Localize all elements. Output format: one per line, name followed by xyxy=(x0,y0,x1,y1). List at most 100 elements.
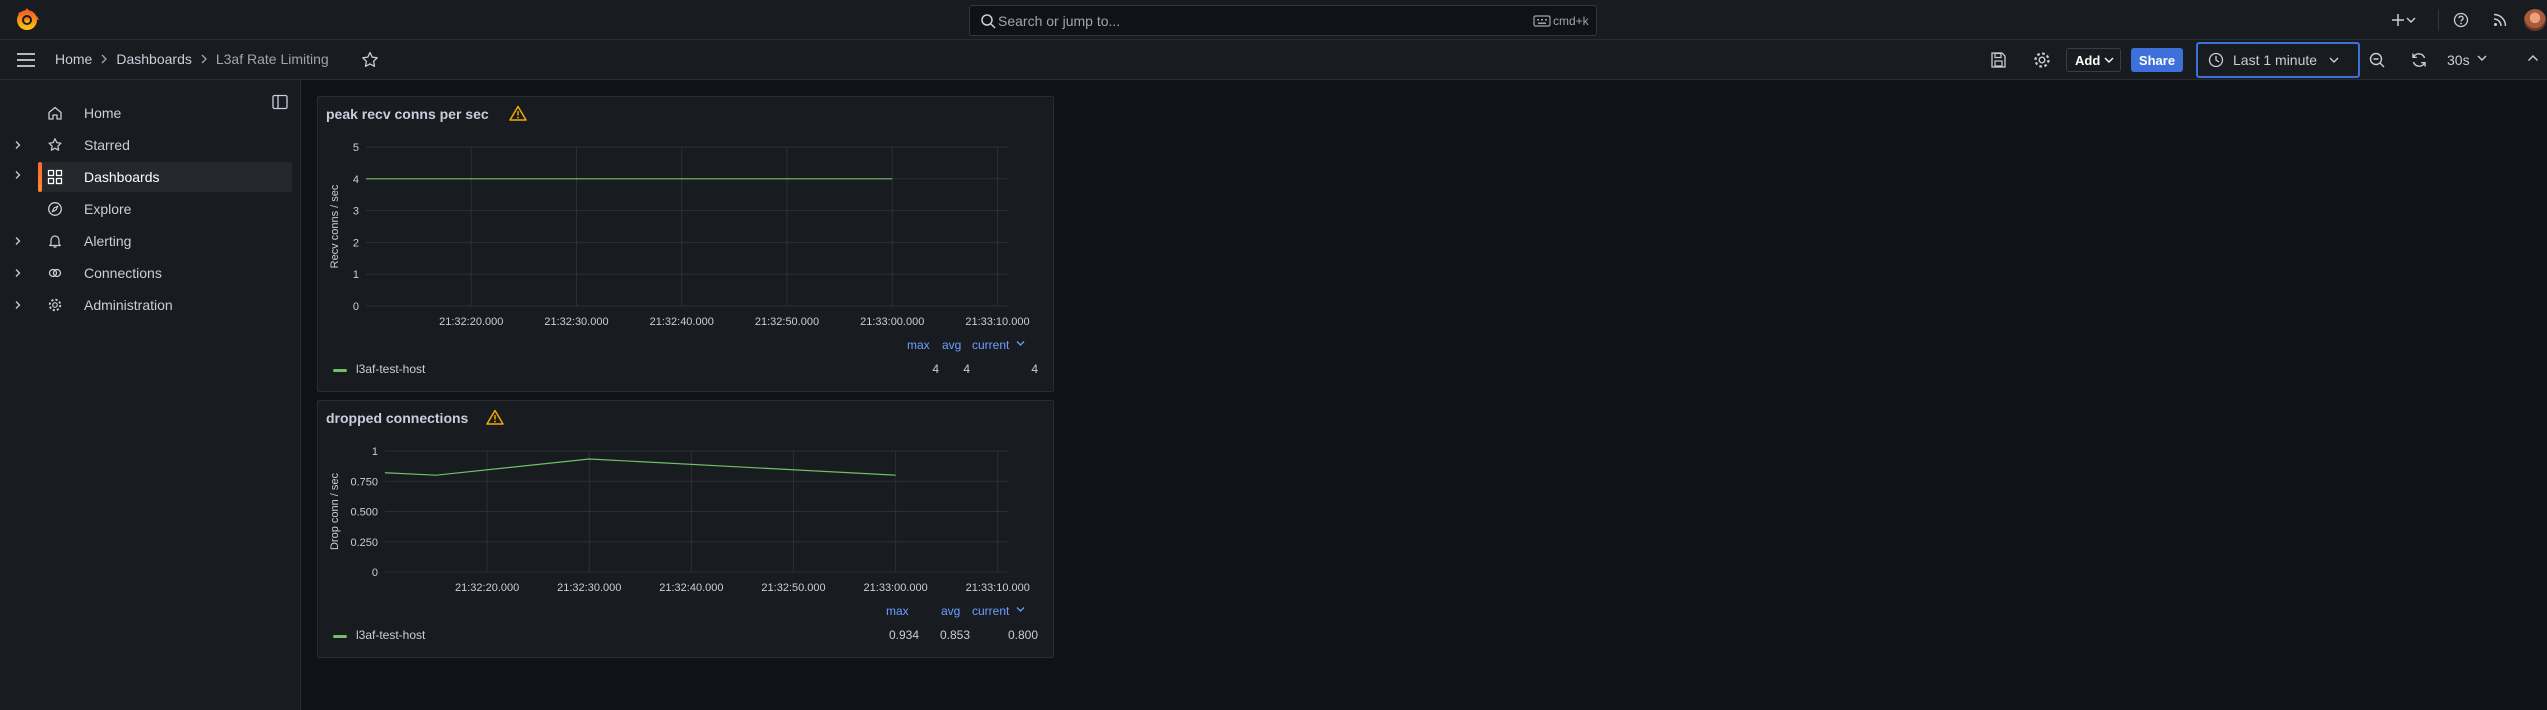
y-tick-label: 0.250 xyxy=(350,537,378,549)
grafana-logo-icon[interactable] xyxy=(14,7,40,33)
legend-header-current[interactable]: current xyxy=(972,338,1009,352)
clock-icon xyxy=(2208,52,2224,68)
breadcrumb-current: L3af Rate Limiting xyxy=(215,51,329,67)
line-chart[interactable]: 0 0.250 0.500 0.750 1 21:32:20.000 21:32:30.00… xyxy=(318,401,1055,601)
y-axis-label: Drop conn / sec xyxy=(329,472,341,550)
y-tick-label: 4 xyxy=(353,174,359,186)
legend-swatch xyxy=(333,635,347,638)
time-range-label: Last 1 minute xyxy=(2233,52,2318,68)
x-tick-label: 21:33:10.000 xyxy=(965,316,1029,327)
x-tick-label: 21:33:00.000 xyxy=(860,316,924,327)
y-tick-label: 0.500 xyxy=(350,507,378,519)
chevron-right-icon[interactable] xyxy=(12,267,24,279)
add-button[interactable]: Add xyxy=(2066,48,2121,72)
breadcrumb-dashboards[interactable]: Dashboards xyxy=(116,51,192,67)
x-tick-label: 21:32:40.000 xyxy=(650,316,714,327)
top-bar: Search or jump to... cmd+k xyxy=(0,0,2547,40)
legend-value-current: 4 xyxy=(1031,362,1038,376)
refresh-interval-label[interactable]: 30s xyxy=(2447,52,2470,68)
y-tick-label: 1 xyxy=(353,269,359,281)
news-button[interactable] xyxy=(2488,8,2512,32)
chevron-down-icon xyxy=(2100,56,2114,64)
star-icon xyxy=(47,137,63,153)
refresh-interval-dropdown[interactable] xyxy=(2477,54,2489,74)
y-tick-label: 1 xyxy=(372,446,378,458)
search-placeholder: Search or jump to... xyxy=(998,13,1121,29)
y-axis-label: Recv conns / sec xyxy=(329,184,341,268)
sidebar-item-label: Alerting xyxy=(84,233,132,249)
sidebar-item-connections[interactable]: Connections xyxy=(0,258,292,288)
legend-value-current: 0.800 xyxy=(1007,628,1038,642)
breadcrumb-bar: Home Dashboards L3af Rate Limiting Add S… xyxy=(0,40,2547,80)
compass-icon xyxy=(47,201,63,217)
collapse-toolbar-button[interactable] xyxy=(2527,54,2541,74)
line-chart[interactable]: 0 1 2 3 4 5 21:32:20.000 21:32:30.000 21:32:40.0… xyxy=(318,97,1055,327)
legend-header-current[interactable]: current xyxy=(972,604,1009,618)
legend-header-avg[interactable]: avg xyxy=(941,604,960,618)
help-icon xyxy=(2453,12,2469,28)
star-icon xyxy=(360,50,380,70)
legend-header-max[interactable]: max xyxy=(907,338,930,352)
new-menu-chevron[interactable] xyxy=(2403,8,2419,32)
x-tick-label: 21:32:20.000 xyxy=(455,582,519,594)
y-tick-label: 2 xyxy=(353,237,359,249)
search-bar[interactable]: Search or jump to... cmd+k xyxy=(969,5,1597,36)
rss-icon xyxy=(2493,13,2507,27)
chevron-up-icon xyxy=(2527,54,2541,62)
y-tick-label: 0.750 xyxy=(350,476,378,488)
panel-dropped-connections[interactable]: dropped connections 0 0.250 0.500 0.750 1 21:… xyxy=(317,400,1054,658)
avatar[interactable] xyxy=(2524,9,2546,31)
sidebar-item-dashboards[interactable]: Dashboards xyxy=(38,162,292,192)
sidebar-item-label: Dashboards xyxy=(84,169,160,185)
share-label: Share xyxy=(2138,52,2176,68)
sidebar-item-alerting[interactable]: Alerting xyxy=(0,226,292,256)
help-button[interactable] xyxy=(2449,8,2473,32)
link-icon xyxy=(47,265,63,281)
chevron-right-icon[interactable] xyxy=(12,169,24,181)
sidebar-nav: Home Starred Dashboards Explore Alerting xyxy=(0,80,301,710)
legend-header-max[interactable]: max xyxy=(886,604,909,618)
y-tick-label: 0 xyxy=(372,567,378,579)
x-tick-label: 21:32:40.000 xyxy=(659,582,723,594)
cog-icon xyxy=(2032,50,2052,70)
bell-icon xyxy=(47,233,63,249)
x-tick-label: 21:32:50.000 xyxy=(761,582,825,594)
time-range-picker[interactable]: Last 1 minute xyxy=(2196,42,2360,78)
breadcrumb-home[interactable]: Home xyxy=(55,51,92,67)
panel-peak-recv-conns[interactable]: peak recv conns per sec 0 1 2 3 4 5 21:32:20.0… xyxy=(317,96,1054,392)
zoom-out-icon xyxy=(2367,50,2387,70)
chevron-down-icon xyxy=(2329,56,2339,64)
sidebar-item-explore[interactable]: Explore xyxy=(0,194,292,224)
chevron-right-icon[interactable] xyxy=(12,235,24,247)
mark-favorite-button[interactable] xyxy=(360,50,380,70)
sidebar-item-starred[interactable]: Starred xyxy=(0,130,292,160)
sidebar-item-label: Connections xyxy=(84,265,162,281)
sidebar-item-label: Explore xyxy=(84,201,132,217)
zoom-out-button[interactable] xyxy=(2367,50,2387,70)
legend-series-name[interactable]: l3af-test-host xyxy=(356,628,425,642)
search-shortcut: cmd+k xyxy=(1553,14,1589,28)
refresh-icon xyxy=(2409,50,2429,70)
x-tick-label: 21:32:20.000 xyxy=(439,316,503,327)
save-dashboard-button[interactable] xyxy=(1988,50,2008,70)
x-tick-label: 21:33:00.000 xyxy=(864,582,928,594)
chevron-right-icon[interactable] xyxy=(12,139,24,151)
sidebar-item-administration[interactable]: Administration xyxy=(0,290,292,320)
breadcrumb: Home Dashboards L3af Rate Limiting xyxy=(55,51,329,67)
search-icon xyxy=(980,13,996,29)
menu-toggle-button[interactable] xyxy=(15,50,37,70)
legend-series-name[interactable]: l3af-test-host xyxy=(356,362,425,376)
sidebar-item-home[interactable]: Home xyxy=(0,98,292,128)
series-line xyxy=(384,458,896,476)
legend-header-avg[interactable]: avg xyxy=(942,338,961,352)
chevron-down-icon xyxy=(2406,16,2416,24)
add-label: Add xyxy=(2075,52,2101,68)
chevron-down-icon xyxy=(2477,54,2489,62)
y-tick-label: 3 xyxy=(353,206,359,218)
sidebar-item-label: Starred xyxy=(84,137,130,153)
legend-value-avg: 4 xyxy=(963,362,970,376)
share-button[interactable]: Share xyxy=(2131,48,2183,72)
dashboard-settings-button[interactable] xyxy=(2032,50,2052,70)
chevron-right-icon[interactable] xyxy=(12,299,24,311)
refresh-button[interactable] xyxy=(2409,50,2429,70)
